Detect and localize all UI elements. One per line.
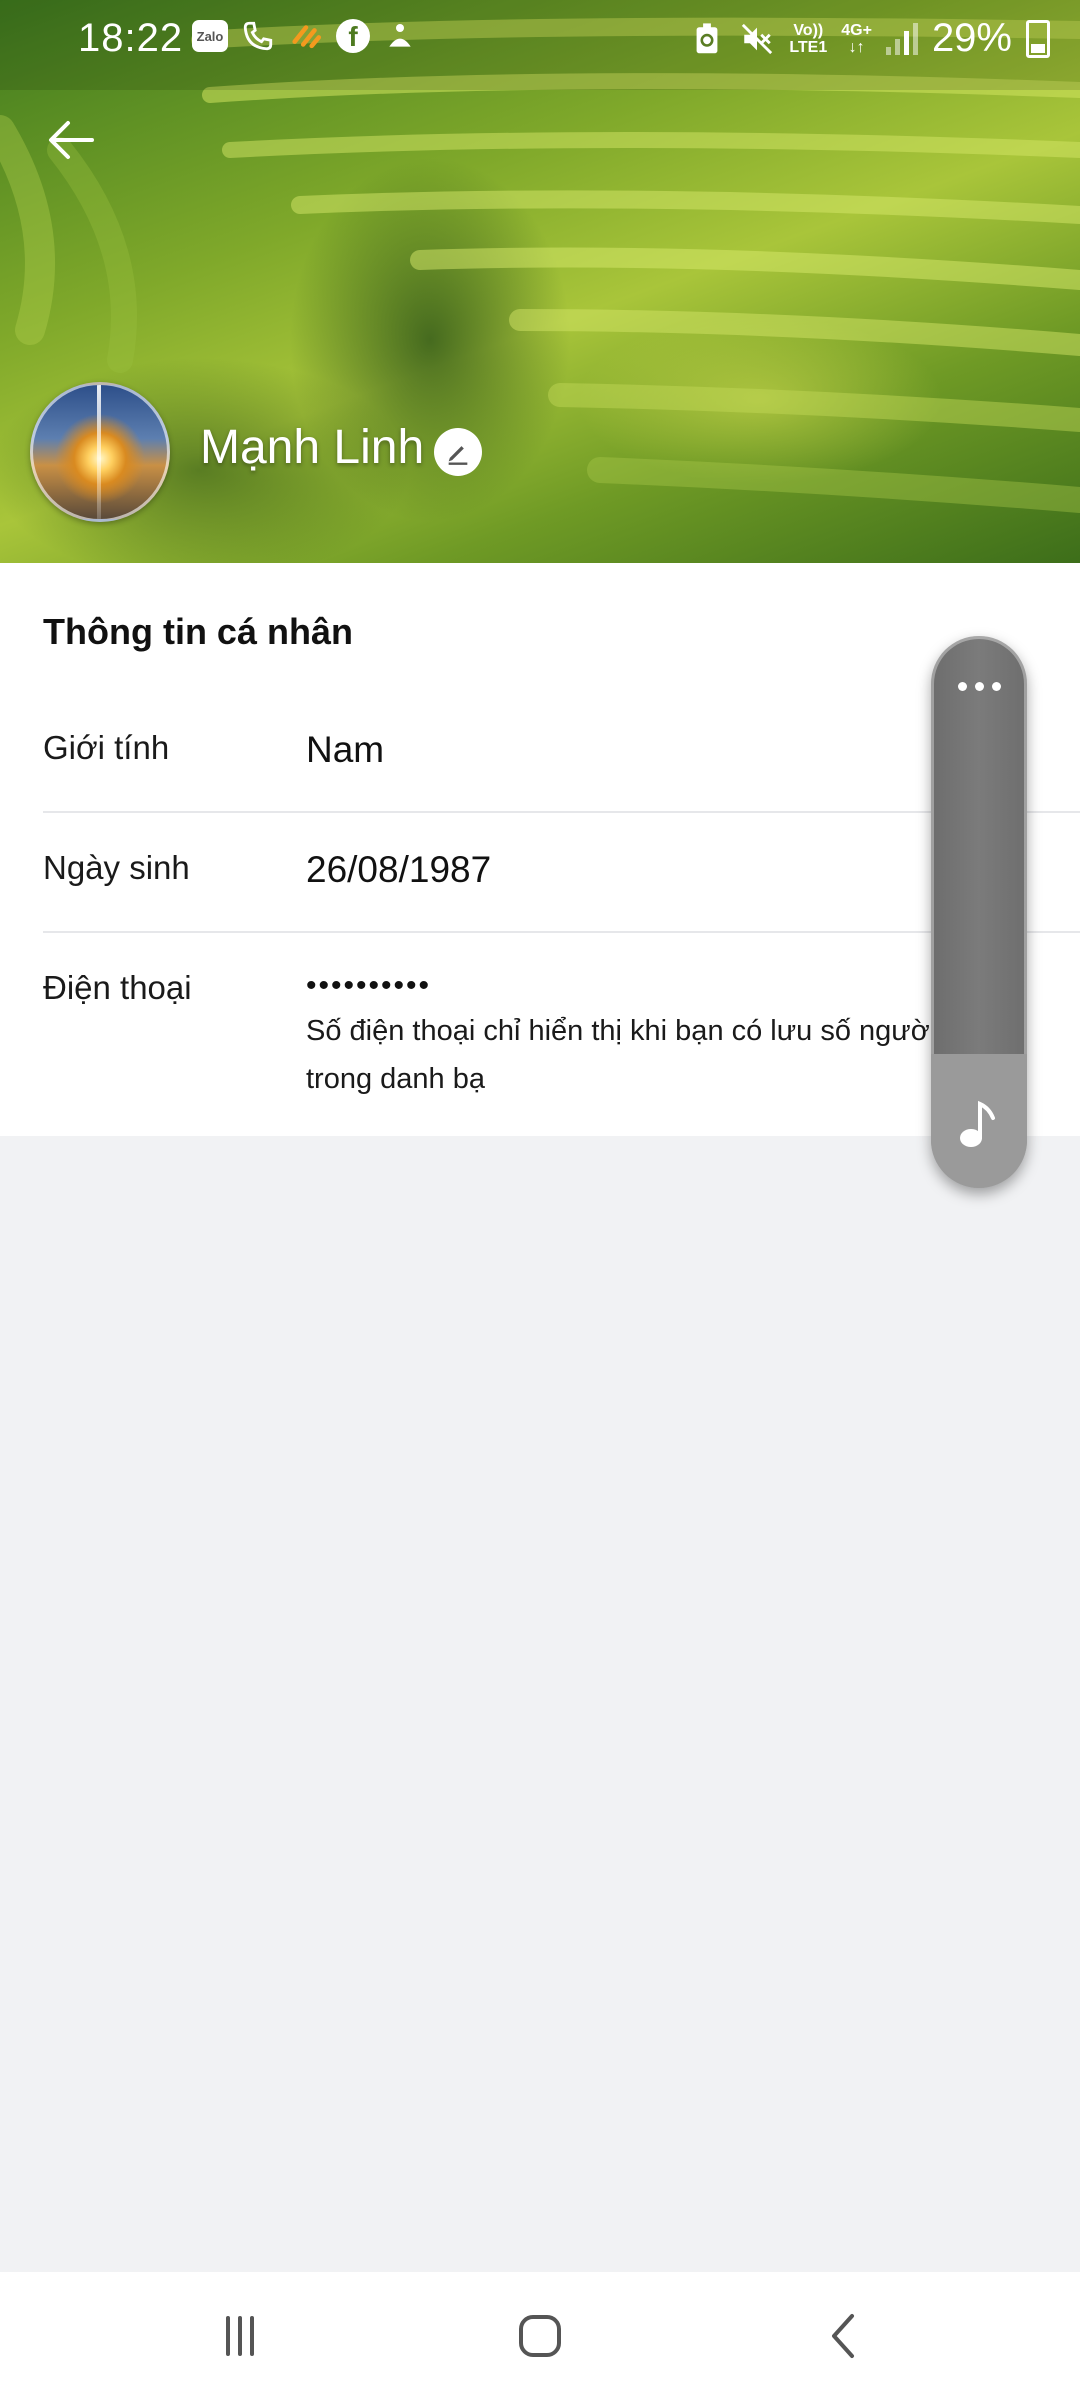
more-options-button[interactable] — [931, 666, 1027, 706]
status-bar: 18:22 Zalo f Vo)) LTE1 4G+ ↓↑ 29% — [0, 0, 1080, 78]
gender-row: Giới tính Nam — [43, 729, 1080, 815]
music-button[interactable] — [931, 1054, 1027, 1188]
divider — [43, 931, 1080, 933]
volte-indicator: Vo)) LTE1 — [789, 21, 828, 56]
pencil-icon — [448, 446, 468, 465]
dot-icon — [957, 681, 967, 691]
back-button[interactable] — [44, 112, 100, 168]
home-icon — [519, 2315, 561, 2357]
network-type-indicator: 4G+ ↓↑ — [841, 21, 872, 56]
game-icon — [288, 18, 324, 54]
notification-icons: Zalo f — [192, 18, 418, 54]
profile-name: Mạnh Linh — [200, 421, 425, 474]
phone-privacy-note: Số điện thoại chỉ hiển thị khi bạn có lư… — [306, 1015, 937, 1095]
system-status-icons: Vo)) LTE1 4G+ ↓↑ 29% — [689, 16, 1050, 61]
section-title: Thông tin cá nhân — [43, 611, 353, 652]
battery-percentage: 29% — [931, 16, 1012, 60]
dot-icon — [974, 681, 984, 691]
facebook-icon: f — [336, 19, 370, 53]
birthday-value: 26/08/1987 — [306, 849, 492, 890]
gender-value: Nam — [306, 729, 385, 770]
edit-name-button[interactable] — [434, 428, 482, 476]
ring-icon — [382, 18, 418, 54]
home-button[interactable] — [500, 2304, 580, 2368]
system-navigation-bar — [0, 2272, 1080, 2400]
phone-call-icon — [240, 18, 276, 54]
back-nav-button[interactable] — [804, 2304, 884, 2368]
dot-icon — [991, 681, 1001, 691]
battery-icon — [1026, 19, 1050, 58]
birthday-row: Ngày sinh 26/08/1987 — [43, 849, 1080, 935]
birthday-label: Ngày sinh — [43, 849, 190, 886]
phone-label: Điện thoại — [43, 969, 192, 1006]
mute-icon — [739, 21, 775, 57]
personal-info-section: Thông tin cá nhân Giới tính Nam Ngày sin… — [0, 563, 1080, 1136]
phone-value: •••••••••• — [306, 969, 432, 1002]
recent-apps-icon — [226, 2316, 254, 2356]
gender-label: Giới tính — [43, 729, 170, 766]
arrow-left-icon — [49, 121, 94, 159]
signal-strength-icon — [885, 22, 918, 55]
phone-row: Điện thoại •••••••••• Số điện thoại chỉ … — [43, 969, 1080, 1129]
status-time: 18:22 — [78, 16, 184, 60]
floating-side-panel[interactable] — [931, 636, 1027, 1188]
recent-apps-button[interactable] — [200, 2304, 280, 2368]
divider — [43, 811, 1080, 813]
battery-saver-icon — [689, 21, 725, 57]
music-note-icon — [960, 1100, 995, 1147]
avatar[interactable] — [30, 382, 170, 522]
zalo-icon: Zalo — [192, 20, 228, 52]
chevron-left-icon — [832, 2314, 854, 2358]
